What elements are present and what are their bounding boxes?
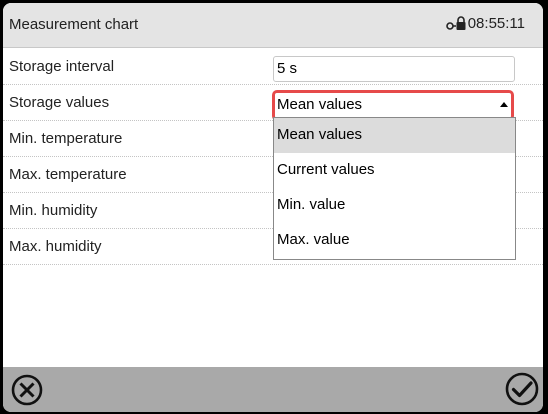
screen: Measurement chart 08:55:11 Storage inter…	[3, 3, 543, 412]
option-label: Current values	[277, 161, 375, 178]
page-title: Measurement chart	[9, 16, 139, 33]
storage-values-label: Storage values	[9, 94, 110, 111]
option-label: Min. value	[277, 196, 346, 213]
storage-interval-value: 5 s	[277, 60, 298, 77]
option-mean-values[interactable]: Mean values	[274, 118, 515, 153]
option-min-value[interactable]: Min. value	[274, 188, 515, 223]
lock-key-icon	[445, 15, 466, 30]
option-current-values[interactable]: Current values	[274, 153, 515, 188]
max-temperature-label: Max. temperature	[9, 166, 127, 183]
confirm-button[interactable]	[504, 371, 540, 407]
max-humidity-label: Max. humidity	[9, 238, 102, 255]
footer-bar	[3, 367, 543, 412]
clock-time: 08:55:11	[467, 15, 525, 32]
header-bar: Measurement chart 08:55:11	[3, 3, 543, 48]
option-label: Max. value	[277, 231, 350, 248]
min-temperature-label: Min. temperature	[9, 130, 123, 147]
confirm-check-icon	[505, 372, 539, 406]
option-label: Mean values	[277, 126, 363, 143]
storage-interval-field[interactable]: 5 s	[273, 56, 515, 82]
storage-interval-label: Storage interval	[9, 58, 115, 75]
status-area: 08:55:11	[445, 15, 525, 32]
min-humidity-label: Min. humidity	[9, 202, 98, 219]
storage-values-selected: Mean values	[277, 96, 363, 113]
cancel-button[interactable]	[9, 372, 45, 408]
storage-values-dropdown: Mean values Current values Min. value Ma…	[273, 117, 516, 260]
dropdown-arrow-icon[interactable]	[500, 102, 508, 107]
option-max-value[interactable]: Max. value	[274, 223, 515, 258]
cancel-x-icon	[11, 374, 43, 406]
